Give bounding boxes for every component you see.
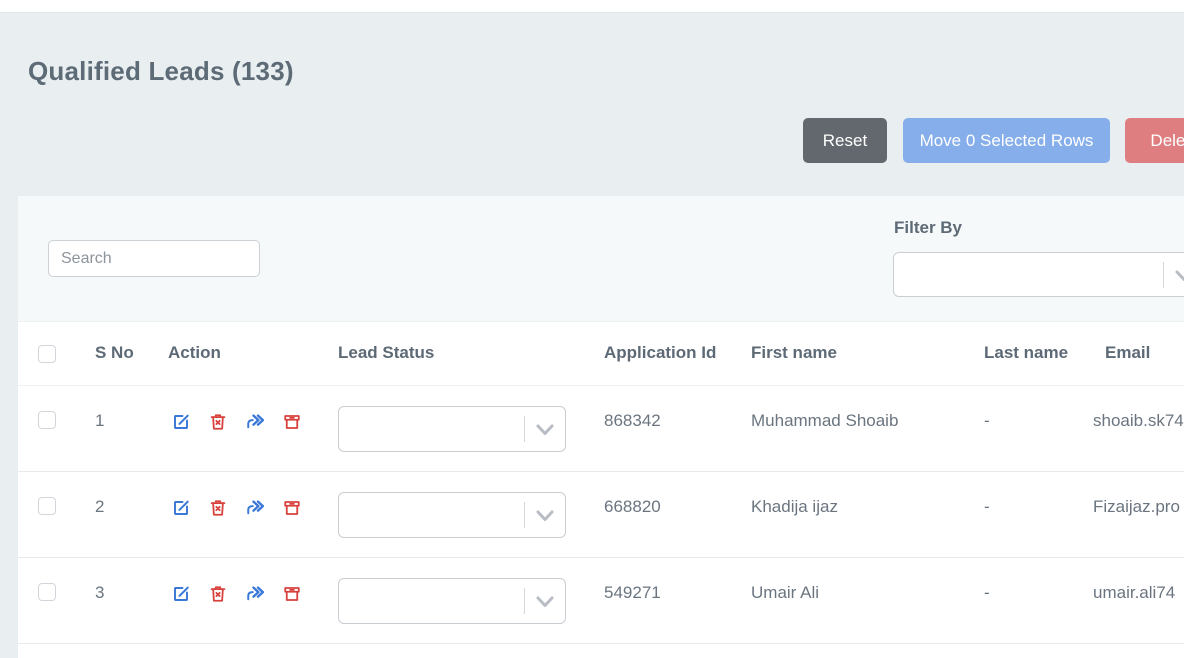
edit-icon[interactable] <box>172 585 190 603</box>
delete-icon[interactable] <box>209 499 227 517</box>
reset-button[interactable]: Reset <box>803 118 887 163</box>
sno-cell: 1 <box>95 411 104 431</box>
lead-status-select[interactable] <box>338 492 566 538</box>
search-input[interactable] <box>48 240 260 277</box>
archive-icon[interactable] <box>283 585 301 603</box>
column-header-first-name: First name <box>751 343 837 363</box>
table-row: 2 668820 Khadija ijaz - Fizaijaz.pro <box>18 472 1184 558</box>
leads-panel: Filter By S No Action Lead Status Applic… <box>18 196 1184 658</box>
application-id-cell: 549271 <box>604 583 661 603</box>
edit-icon[interactable] <box>172 413 190 431</box>
application-id-cell: 868342 <box>604 411 661 431</box>
select-divider <box>1163 262 1164 288</box>
row-checkbox[interactable] <box>38 497 56 515</box>
forward-icon[interactable] <box>246 499 264 517</box>
select-all-checkbox[interactable] <box>38 345 56 363</box>
filter-bar: Filter By <box>18 196 1184 322</box>
chevron-down-icon <box>536 595 554 607</box>
lead-status-select[interactable] <box>338 578 566 624</box>
delete-icon[interactable] <box>209 585 227 603</box>
sno-cell: 2 <box>95 497 104 517</box>
application-id-cell: 668820 <box>604 497 661 517</box>
column-header-action: Action <box>168 343 221 363</box>
column-header-lead-status: Lead Status <box>338 343 434 363</box>
delete-icon[interactable] <box>209 413 227 431</box>
toolbar: Reset Move 0 Selected Rows Delete <box>0 118 1184 163</box>
top-strip <box>0 0 1184 12</box>
table-row: 1 868342 Muhammad Shoaib - shoaib.sk74 <box>18 386 1184 472</box>
last-name-cell: - <box>984 583 990 603</box>
row-checkbox[interactable] <box>38 411 56 429</box>
lead-status-select[interactable] <box>338 406 566 452</box>
chevron-down-icon <box>536 423 554 435</box>
first-name-cell: Khadija ijaz <box>751 497 838 517</box>
archive-icon[interactable] <box>283 413 301 431</box>
page-title: Qualified Leads (133) <box>28 56 294 87</box>
column-header-email: Email <box>1105 343 1150 363</box>
first-name-cell: Muhammad Shoaib <box>751 411 898 431</box>
edit-icon[interactable] <box>172 499 190 517</box>
forward-icon[interactable] <box>246 413 264 431</box>
chevron-down-icon <box>536 509 554 521</box>
last-name-cell: - <box>984 411 990 431</box>
filter-by-select[interactable] <box>893 252 1184 297</box>
email-cell: umair.ali74 <box>1093 583 1175 603</box>
select-divider <box>524 416 525 442</box>
select-divider <box>524 502 525 528</box>
select-divider <box>524 588 525 614</box>
move-selected-rows-button[interactable]: Move 0 Selected Rows <box>903 118 1110 163</box>
table-row: 3 549271 Umair Ali - umair.ali74 <box>18 558 1184 644</box>
email-cell: shoaib.sk74 <box>1093 411 1184 431</box>
column-header-last-name: Last name <box>984 343 1068 363</box>
table-row <box>18 644 1184 658</box>
filter-by-label: Filter By <box>894 218 962 238</box>
chevron-down-icon <box>1175 269 1184 281</box>
forward-icon[interactable] <box>246 585 264 603</box>
first-name-cell: Umair Ali <box>751 583 819 603</box>
sno-cell: 3 <box>95 583 104 603</box>
archive-icon[interactable] <box>283 499 301 517</box>
last-name-cell: - <box>984 497 990 517</box>
delete-button[interactable]: Delete <box>1125 118 1184 163</box>
row-checkbox[interactable] <box>38 583 56 601</box>
column-header-sno: S No <box>95 343 134 363</box>
email-cell: Fizaijaz.pro <box>1093 497 1180 517</box>
column-header-application-id: Application Id <box>604 343 716 363</box>
table-header: S No Action Lead Status Application Id F… <box>18 322 1184 386</box>
